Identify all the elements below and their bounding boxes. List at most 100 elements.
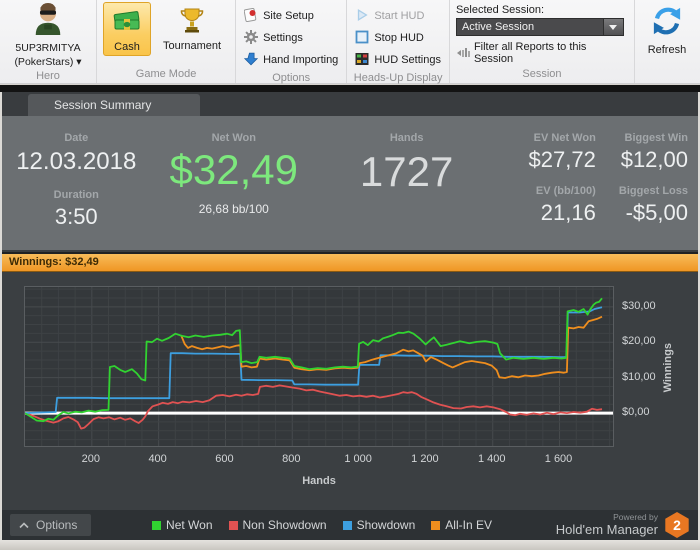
window-frame-bottom [0,540,700,550]
chevron-down-icon [609,24,618,30]
hands-value: 1727 [359,148,454,195]
chevron-up-icon [19,518,29,532]
main-content: Session Summary Date 12.03.2018 Duration… [2,92,698,540]
legend-item-all-in-ev[interactable]: All-In EV [431,518,492,532]
x-tick-label: 200 [81,453,100,465]
refresh-label: Refresh [647,44,687,56]
import-arrow-icon [243,52,259,69]
trophy-icon [179,6,205,37]
date-value: 12.03.2018 [16,148,137,175]
y-axis-title: Winnings [662,342,674,393]
game-mode-group-label: Game Mode [135,68,197,80]
legend-item-non-showdown[interactable]: Non Showdown [228,518,327,532]
stop-icon [355,30,369,47]
legend-swatch [228,520,238,530]
cash-button-label: Cash [114,41,140,53]
legend-swatch [431,520,441,530]
gear-icon [244,29,259,47]
hero-group-label: Hero [36,70,60,83]
tab-bar: Session Summary [2,92,698,116]
ribbon-group-hero: 5UP3RMITYA (PokerStars) ▾ Hero [0,0,97,83]
selected-session-label: Selected Session: [455,4,545,16]
hero-avatar-icon [31,2,65,41]
winnings-chart-panel: $0,00 $10,00 $20,00 $30,00 200 400 600 800 1 000… [2,273,698,510]
legend-item-net-won[interactable]: Net Won [152,518,213,532]
duration-value: 3:50 [54,204,98,229]
winnings-chart [25,287,613,446]
hm2-logo: 2 [665,512,689,538]
hand-importing-menu-item[interactable]: Hand Importing [242,49,340,71]
stop-hud-label: Stop HUD [374,32,424,44]
filter-chart-icon [456,46,470,61]
tournament-button-label: Tournament [163,40,222,52]
session-dropdown-value: Active Session [461,21,535,33]
date-label: Date [64,132,89,144]
session-group-label: Session [522,68,562,80]
ribbon-toolbar: 5UP3RMITYA (PokerStars) ▾ Hero Cash Tour… [0,0,700,84]
x-tick-label: 1 200 [411,453,439,465]
hud-settings-menu-item[interactable]: HUD Settings [353,49,443,71]
ribbon-group-options: Site Setup Settings Hand Importing Optio… [236,0,348,84]
x-axis-title: Hands [302,475,336,487]
session-dropdown-button[interactable] [602,19,623,35]
play-icon [355,8,369,25]
options-button-label: Options [36,518,78,532]
ribbon-separator [0,85,700,92]
settings-menu-item[interactable]: Settings [242,27,340,49]
start-hud-label: Start HUD [374,10,425,22]
biggest-win-label: Biggest Win [624,132,688,144]
filter-reports-menu-item[interactable]: Filter all Reports to this Session [456,41,628,65]
tournament-button[interactable]: Tournament [155,2,229,54]
duration-label: Duration [53,189,99,201]
session-dropdown[interactable]: Active Session [455,18,624,36]
biggest-win-value: $12,00 [620,147,688,172]
app-window: 5UP3RMITYA (PokerStars) ▾ Hero Cash Tour… [0,0,700,550]
hero-name-line1: 5UP3RMITYA [15,42,81,54]
hud-settings-label: HUD Settings [374,54,441,66]
x-tick-label: 600 [215,453,234,465]
hands-label: Hands [389,132,424,144]
x-tick-label: 400 [148,453,167,465]
settings-label: Settings [263,32,303,44]
hero-button[interactable]: 5UP3RMITYA (PokerStars) ▾ [6,2,90,69]
ev-bb100-label: EV (bb/100) [535,185,596,197]
stop-hud-menu-item[interactable]: Stop HUD [353,27,443,49]
hud-settings-icon [355,52,369,69]
refresh-button[interactable]: Refresh [641,2,693,83]
cash-button[interactable]: Cash [103,2,151,56]
net-won-bb100: 26,68 bb/100 [198,202,269,216]
winnings-header-bar: Winnings: $32,49 [2,252,698,272]
options-button[interactable]: Options [10,514,92,536]
ribbon-group-refresh: Refresh [635,0,699,83]
ev-bb100-value: 21,16 [540,200,596,225]
net-won-label: Net Won [211,132,256,144]
legend-label: All-In EV [445,518,492,532]
winnings-chart-plot [24,286,614,447]
ribbon-group-hud: Start HUD Stop HUD HUD Settings Heads-Up… [347,0,450,84]
ev-net-won-label: EV Net Won [533,132,596,144]
biggest-loss-label: Biggest Loss [618,185,688,197]
legend-item-showdown[interactable]: Showdown [342,518,416,532]
biggest-loss-value: -$5,00 [625,200,688,225]
legend-label: Net Won [166,518,213,532]
ribbon-group-game-mode: Cash Tournament Game Mode [97,0,237,83]
site-setup-menu-item[interactable]: Site Setup [242,5,340,27]
hand-importing-label: Hand Importing [263,54,339,66]
winnings-header-label: Winnings: $32,49 [9,256,99,268]
refresh-icon [652,6,682,41]
chart-legend: Net Won Non Showdown Showdown All-In EV [152,518,492,532]
site-setup-label: Site Setup [263,10,314,22]
x-tick-label: 1 600 [544,453,573,465]
ev-net-won-value: $27,72 [528,147,596,172]
hero-name-line2: (PokerStars) ▾ [14,56,82,69]
legend-label: Showdown [356,518,416,532]
chart-footer-bar: Options Net Won Non Showdown Showdown All-I… [2,510,698,540]
cash-icon [112,7,142,38]
x-tick-label: 1 000 [344,453,372,465]
tab-session-summary[interactable]: Session Summary [28,94,200,116]
x-tick-label: 1 400 [477,453,506,465]
net-won-value: $32,49 [169,146,298,193]
legend-swatch [152,520,162,530]
start-hud-menu-item[interactable]: Start HUD [353,5,443,27]
site-setup-icon [243,7,258,25]
